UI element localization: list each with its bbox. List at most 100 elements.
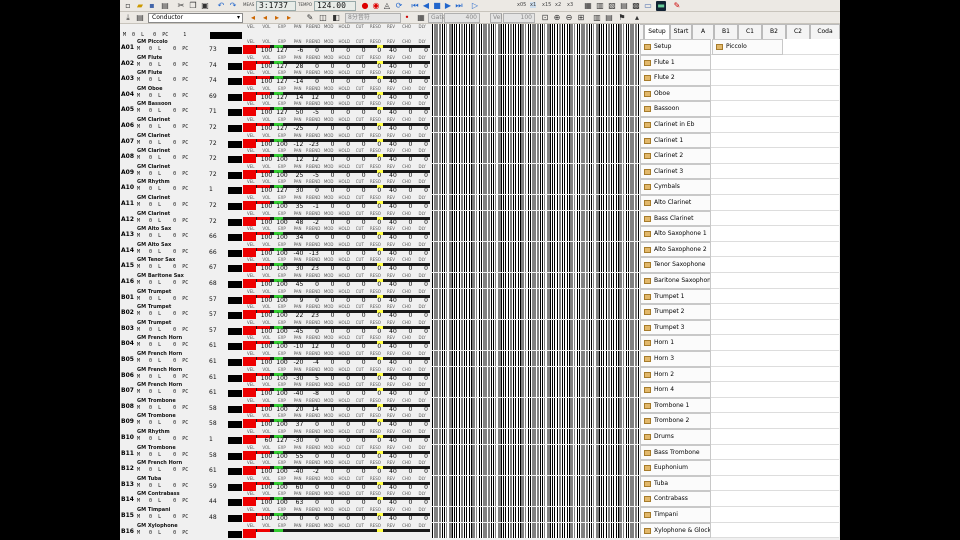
piano-keyboard[interactable] <box>432 507 640 522</box>
forward-icon[interactable]: ⏭ <box>454 1 464 11</box>
track-row[interactable]: A09 GM Clarinet M 0 L 0 PC 72 VEL VOL EXP PAN P.… <box>120 163 640 180</box>
undo-icon[interactable]: ↶ <box>216 1 226 11</box>
program-name[interactable]: GM Clarinet <box>137 117 170 123</box>
track-row[interactable]: A11 GM Clarinet M 0 L 0 PC 72 VEL VOL EXP PAN P.… <box>120 195 640 211</box>
gate-input[interactable]: 400 <box>444 13 480 23</box>
program-change-value[interactable]: 72 <box>209 218 217 225</box>
program-name[interactable]: GM Timpani <box>137 507 170 513</box>
track-name-item[interactable]: Clarinet in Eb <box>640 117 711 133</box>
tempo-display[interactable]: 124.00 <box>314 1 356 11</box>
track-name-item[interactable]: Horn 1 <box>640 335 711 351</box>
track-row[interactable]: B11 GM Trombone M 0 L 0 PC 58 VEL VOL EXP PAN P.… <box>120 444 640 461</box>
track-row[interactable]: B04 GM French Horn M 0 L 0 PC 61 VEL VOL EXP PA… <box>120 335 640 351</box>
play-icon[interactable]: ▶ <box>443 1 453 11</box>
param-area[interactable]: VEL VOL EXP PAN P.BEND MOD HOLD CUT RESO REV CHO DL… <box>243 242 430 257</box>
mixer-icon[interactable]: ▧ <box>607 1 617 11</box>
program-change-value[interactable]: 74 <box>209 62 217 69</box>
program-change-value[interactable]: 44 <box>209 499 217 505</box>
piano-keyboard[interactable] <box>432 460 640 476</box>
speed-x2[interactable]: x2 <box>555 2 561 8</box>
track-name-item[interactable]: Flute 2 <box>640 70 711 86</box>
track-row[interactable]: B09 GM Trombone M 0 L 0 PC 58 VEL VOL EXP PAN P.… <box>120 413 640 429</box>
track-row[interactable]: B08 GM Trombone M 0 L 0 PC 58 VEL VOL EXP PAN P.… <box>120 397 640 414</box>
track-name-item[interactable]: Baritone Saxophone <box>640 273 711 289</box>
conductor-select[interactable]: Conductor ▾ <box>148 13 243 23</box>
param-area[interactable]: VEL VOL EXP PAN P.BEND MOD HOLD CUT RESO REV CHO DL… <box>243 257 430 273</box>
piano-keyboard[interactable] <box>432 195 640 210</box>
window-icon[interactable]: ▭ <box>643 1 653 11</box>
list-icon[interactable]: ▤ <box>619 1 629 11</box>
piano-keyboard[interactable] <box>432 132 640 148</box>
param-area[interactable]: VEL VOL EXP PAN P.BEND MOD HOLD CUT RESO REV CHO DL… <box>243 133 430 148</box>
piano-keyboard[interactable] <box>432 444 640 460</box>
track-row[interactable]: A01 GM Piccolo M 0 L 0 PC 73 VEL VOL EXP PAN P.B… <box>120 39 640 55</box>
param-area[interactable]: VEL VOL EXP PAN P.BEND MOD HOLD CUT RESO REV CHO DL… <box>243 86 430 101</box>
piano-keyboard[interactable] <box>432 335 640 351</box>
prev-icon[interactable]: ◂ <box>260 13 270 23</box>
param-area[interactable]: VEL VOL EXP PAN P.BEND MOD HOLD CUT RESO REV CHO DL… <box>243 164 430 179</box>
param-area[interactable]: VEL VOL EXP PAN P.BEND MOD HOLD CUT RESO REV CHO DL… <box>243 413 430 429</box>
open-folder-icon[interactable]: ▰ <box>135 1 145 11</box>
program-change-value[interactable]: 57 <box>209 296 217 303</box>
piano-keyboard[interactable] <box>432 288 640 304</box>
vel-input[interactable]: 100 <box>503 13 535 23</box>
param-area[interactable]: VEL VOL EXP PAN P.BEND MOD HOLD CUT RESO REV CHO DL… <box>243 445 430 460</box>
program-name[interactable]: GM Trombone <box>137 413 176 419</box>
monitor-icon[interactable]: ▬ <box>656 1 666 11</box>
new-file-icon[interactable]: ▫ <box>123 1 133 11</box>
param-area[interactable]: VEL VOL EXP PAN P.BEND MOD HOLD CUT RESO REV CHO DL… <box>243 211 430 226</box>
param-area[interactable]: VEL VOL EXP PAN P.BEND MOD HOLD CUT RESO REV CHO DL… <box>243 273 430 288</box>
program-change-value[interactable]: 72 <box>209 125 217 131</box>
view-icon[interactable]: ▦ <box>583 1 593 11</box>
program-name[interactable]: GM Trumpet <box>137 304 171 310</box>
track-name-item[interactable]: Cymbals <box>640 179 711 195</box>
program-change-value[interactable]: 66 <box>209 234 217 240</box>
track-name-item[interactable]: Clarinet 1 <box>640 132 711 149</box>
piano-keyboard[interactable] <box>432 351 640 366</box>
program-name[interactable]: GM Alto Sax <box>137 242 171 248</box>
eraser-icon[interactable]: ◫ <box>318 13 328 23</box>
param-area[interactable]: VEL VOL EXP PAN P.BEND MOD HOLD CUT RESO REV CHO DL… <box>243 398 430 413</box>
program-change-value[interactable]: 58 <box>209 452 217 459</box>
zoom-vertical-icon[interactable]: ⊞ <box>576 13 586 23</box>
track-row[interactable]: A13 GM Alto Sax M 0 L 0 PC 66 VEL VOL EXP PAN P.… <box>120 226 640 242</box>
track-row[interactable]: A07 GM Clarinet M 0 L 0 PC 72 VEL VOL EXP PAN P.… <box>120 132 640 149</box>
program-change-value[interactable]: 61 <box>209 343 217 349</box>
copy-icon[interactable]: ❐ <box>188 1 198 11</box>
program-name[interactable]: GM Trombone <box>137 398 176 404</box>
program-change-value[interactable]: 58 <box>209 405 217 412</box>
tab-b2[interactable]: B2 <box>762 24 786 39</box>
conductor-piano-roll[interactable] <box>432 24 640 39</box>
track-name-item[interactable]: Timpani <box>640 507 711 523</box>
record-step-icon[interactable]: ◉ <box>371 1 381 11</box>
program-change-value[interactable]: 57 <box>209 327 217 334</box>
tab-b1[interactable]: B1 <box>714 24 738 39</box>
program-name[interactable]: GM Clarinet <box>137 211 170 217</box>
track-name-item[interactable]: Clarinet 2 <box>640 148 711 164</box>
zoom-in-icon[interactable]: ⊕ <box>552 13 562 23</box>
track-row[interactable]: A15 GM Tenor Sax M 0 L 0 PC 67 VEL VOL EXP PAN P… <box>120 257 640 273</box>
piano-keyboard[interactable] <box>432 85 640 101</box>
param-area[interactable]: VEL VOL EXP PAN P.BEND MOD HOLD CUT RESO REV CHO DL… <box>243 195 430 210</box>
track-piccolo[interactable]: Piccolo <box>712 39 783 55</box>
track-name-item[interactable]: Horn 4 <box>640 382 711 398</box>
program-name[interactable]: GM Trumpet <box>137 289 171 295</box>
program-change-value[interactable]: 72 <box>209 156 217 162</box>
param-area[interactable]: VEL VOL EXP PAN P.BEND MOD HOLD CUT RESO REV CHO DL… <box>243 55 430 70</box>
conductor-row[interactable]: M 0 L 0 PC 1 VEL VOL EXP PAN P.BEND MOD HOLD CU… <box>120 24 640 39</box>
param-area[interactable]: VEL VOL EXP PAN P.BEND MOD HOLD CUT RESO REV CHO DL… <box>243 148 430 164</box>
track-name-item[interactable]: Tuba <box>640 475 711 492</box>
program-name[interactable]: GM Flute <box>137 70 162 76</box>
track-row[interactable]: A12 GM Clarinet M 0 L 0 PC 72 VEL VOL EXP PAN P.… <box>120 210 640 227</box>
piano-keyboard[interactable] <box>432 273 640 288</box>
param-area[interactable]: VEL VOL EXP PAN P.BEND MOD HOLD CUT RESO REV CHO DL… <box>243 320 430 335</box>
program-change-value[interactable]: 73 <box>209 47 217 53</box>
param-area[interactable]: VEL VOL EXP PAN P.BEND MOD HOLD CUT RESO REV CHO DL… <box>243 179 430 195</box>
grid-icon[interactable]: ▩ <box>631 1 641 11</box>
track-name-item[interactable]: Alto Saxophone 1 <box>640 226 711 242</box>
piano-keyboard[interactable] <box>432 491 640 507</box>
next-icon[interactable]: ▸ <box>272 13 282 23</box>
param-area[interactable]: VEL VOL EXP PAN P.BEND MOD HOLD CUT RESO REV CHO DL… <box>243 39 430 54</box>
save-icon[interactable]: ▪ <box>147 1 157 11</box>
program-change-value[interactable]: 57 <box>209 312 217 318</box>
